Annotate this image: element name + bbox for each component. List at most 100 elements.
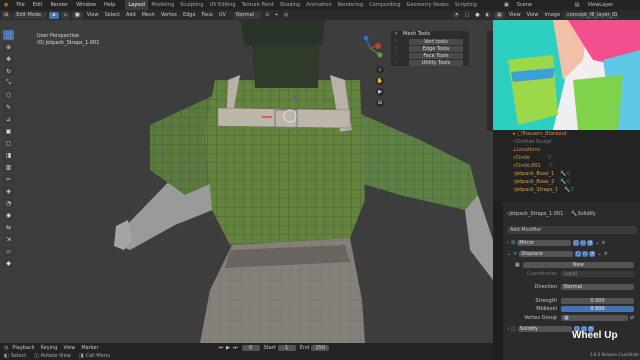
3d-viewport[interactable]: User Perspective (0) Jetpack_Straps_1.00…	[0, 20, 493, 343]
menu-face[interactable]: Face	[199, 12, 216, 18]
edge-select-icon[interactable]: ▫	[60, 11, 70, 19]
close-icon[interactable]: ×	[601, 239, 605, 247]
mesh-tools-header[interactable]: ▾ Mesh Tools	[391, 31, 469, 38]
rip-tool-icon[interactable]: ◆	[3, 258, 14, 268]
modifier-mirror-row[interactable]: › ⊠ Mirror ▢ ▭ ◷ ⌄ ×	[507, 239, 634, 247]
inset-tool-icon[interactable]: ▢	[3, 138, 14, 148]
render-toggle-icon[interactable]: ◷	[587, 240, 594, 246]
tab-layout[interactable]: Layout	[125, 0, 149, 10]
jump-end-icon[interactable]: ⏭	[233, 344, 238, 352]
xray-icon[interactable]: ▢	[462, 12, 473, 18]
viewport-toggle-icon[interactable]: ▭	[582, 251, 589, 257]
utility-tools-button[interactable]: Utility Tools	[409, 60, 463, 66]
tab-scripting[interactable]: Scripting	[452, 0, 480, 10]
outliner-row[interactable]: ▿ Jetpack_Straps_1 🔧▽	[493, 186, 640, 194]
menu-image-view2[interactable]: View	[524, 12, 542, 18]
pivot-icon[interactable]: ⊙	[262, 12, 272, 18]
pan-icon[interactable]: ✋	[376, 77, 384, 85]
outliner-row[interactable]: ▿ Clothes Sculpt	[493, 138, 640, 146]
modifier-displace-row[interactable]: ⌄ ≋ Displace ▢ ▭ ◷ ⌄ ×	[507, 250, 634, 258]
face-tools-button[interactable]: Face Tools	[409, 53, 463, 59]
edge-tools-button[interactable]: Edge Tools	[409, 46, 463, 52]
menu-window[interactable]: Window	[72, 0, 100, 10]
expand-icon[interactable]: ⌄	[507, 250, 511, 258]
image-selector[interactable]: concept_f8_layer_ID.png	[564, 11, 619, 19]
menu-marker[interactable]: Marker	[81, 344, 98, 352]
dropdown-icon[interactable]: ⌄	[597, 250, 601, 258]
new-texture-button[interactable]: New	[522, 262, 634, 268]
expand-icon[interactable]: ›	[507, 325, 509, 333]
close-icon[interactable]: ×	[604, 250, 608, 258]
menu-image-view[interactable]: View	[506, 12, 524, 18]
image-editor-type-icon[interactable]: ▦	[494, 11, 505, 19]
vertex-group-field[interactable]: ▦	[561, 315, 628, 321]
expand-icon[interactable]: ›	[507, 239, 509, 247]
edge-slide-tool-icon[interactable]: ⇆	[3, 222, 14, 232]
image-editor-canvas[interactable]	[493, 20, 640, 130]
add-modifier-button[interactable]: Add Modifier	[507, 226, 637, 234]
mirror-modifier-name[interactable]: Mirror	[517, 240, 572, 246]
move-tool-icon[interactable]: ✥	[3, 54, 14, 64]
loopcut-tool-icon[interactable]: ▥	[3, 162, 14, 172]
tab-animation[interactable]: Animation	[303, 0, 335, 10]
strength-field[interactable]: 0.000	[561, 298, 634, 304]
midlevel-field[interactable]: 0.500	[561, 306, 634, 312]
menu-edge[interactable]: Edge	[180, 12, 199, 18]
vert-tools-button[interactable]: Vert tools	[409, 39, 463, 45]
tab-sculpting[interactable]: Sculpting	[177, 0, 206, 10]
outliner-row[interactable]: ▿ Circle ▽	[493, 154, 640, 162]
tab-compositing[interactable]: Compositing	[366, 0, 403, 10]
coordinates-select[interactable]: Local	[561, 271, 634, 277]
menu-edit[interactable]: Edit	[29, 0, 47, 10]
tab-texture-paint[interactable]: Texture Paint	[239, 0, 277, 10]
menu-playback[interactable]: Playback	[12, 344, 34, 352]
menu-select[interactable]: Select	[102, 12, 123, 18]
view-layer-selector[interactable]: ViewLayer	[583, 0, 617, 10]
polybuild-tool-icon[interactable]: ◈	[3, 186, 14, 196]
spin-tool-icon[interactable]: ◔	[3, 198, 14, 208]
tab-modeling[interactable]: Modeling	[148, 0, 177, 10]
utility-tools-row[interactable]: › Utility Tools	[391, 59, 469, 66]
proportional-icon[interactable]: ◎	[281, 12, 291, 18]
zoom-icon[interactable]: ⌕	[376, 66, 384, 74]
mode-selector[interactable]: Edit Mode	[13, 11, 48, 19]
solidify-modifier-name[interactable]: Solidify	[517, 326, 572, 332]
viewport-toggle-icon[interactable]: ▭	[580, 240, 587, 246]
tab-geometry-nodes[interactable]: Geometry Nodes	[404, 0, 452, 10]
outliner-row[interactable]: ▿ Circle.001 ▽	[493, 162, 640, 170]
menu-mesh[interactable]: Mesh	[139, 12, 158, 18]
menu-file[interactable]: File	[12, 0, 28, 10]
blender-logo-icon[interactable]: ◉	[0, 0, 12, 10]
shading-solid-icon[interactable]: ●	[472, 12, 482, 18]
vert-tools-row[interactable]: › Vert tools	[391, 38, 469, 45]
scale-tool-icon[interactable]: ⤡	[3, 78, 14, 88]
render-toggle-icon[interactable]: ◷	[589, 251, 596, 257]
tab-uv-editing[interactable]: UV Editing	[206, 0, 238, 10]
measure-tool-icon[interactable]: ⊿	[3, 114, 14, 124]
select-box-tool-icon[interactable]: ⬚	[3, 30, 14, 40]
tab-rendering[interactable]: Rendering	[335, 0, 367, 10]
edge-tools-row[interactable]: › Edge Tools	[391, 45, 469, 52]
face-tools-row[interactable]: › Face Tools	[391, 52, 469, 59]
play-icon[interactable]: ▶	[226, 344, 230, 352]
invert-icon[interactable]: ⇄	[630, 314, 634, 322]
shading-material-icon[interactable]: ◐	[483, 12, 493, 18]
current-frame-field[interactable]: 0	[241, 344, 260, 351]
start-frame-field[interactable]: 1	[277, 344, 296, 351]
cursor-tool-icon[interactable]: ⊕	[3, 42, 14, 52]
menu-image[interactable]: Image	[541, 12, 563, 18]
menu-vertex[interactable]: Vertex	[158, 12, 180, 18]
transform-tool-icon[interactable]: ⬡	[3, 90, 14, 100]
editmode-toggle-icon[interactable]: ▢	[573, 240, 580, 246]
editmode-toggle-icon[interactable]: ▢	[575, 251, 582, 257]
menu-uv[interactable]: UV	[216, 12, 229, 18]
smooth-tool-icon[interactable]: ◉	[3, 210, 14, 220]
tab-shading[interactable]: Shading	[277, 0, 303, 10]
menu-add[interactable]: Add	[123, 12, 139, 18]
menu-timeline-view[interactable]: View	[63, 344, 75, 352]
rotate-tool-icon[interactable]: ↻	[3, 66, 14, 76]
face-select-icon[interactable]: ■	[71, 11, 83, 19]
jump-start-icon[interactable]: ⏮	[219, 344, 224, 352]
timeline-editor-icon[interactable]: ◷	[4, 344, 8, 352]
menu-view[interactable]: View	[84, 12, 102, 18]
